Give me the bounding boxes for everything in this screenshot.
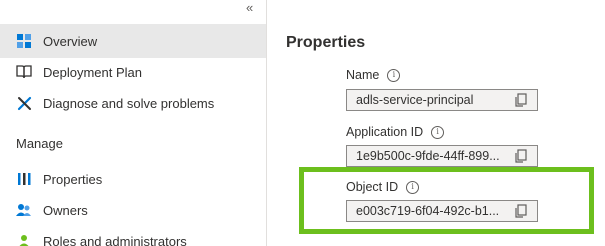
book-icon <box>15 63 33 81</box>
sidebar-item-label: Deployment Plan <box>43 64 142 80</box>
application-id-field: 1e9b500c-9fde-44ff-899... <box>346 145 538 167</box>
application-id-label: Application ID i <box>346 125 445 139</box>
copy-icon[interactable] <box>513 92 529 108</box>
info-icon[interactable]: i <box>406 180 420 194</box>
name-value[interactable]: adls-service-principal <box>347 93 513 107</box>
sidebar-item-properties[interactable]: Properties <box>0 162 266 196</box>
application-id-value[interactable]: 1e9b500c-9fde-44ff-899... <box>347 149 513 163</box>
roles-icon <box>15 232 33 246</box>
sidebar-item-overview[interactable]: Overview <box>0 24 266 58</box>
sidebar-item-label: Overview <box>43 33 98 49</box>
copy-icon[interactable] <box>513 203 529 219</box>
sidebar-item-diagnose[interactable]: Diagnose and solve problems <box>0 86 266 120</box>
name-field: adls-service-principal <box>346 89 538 111</box>
owners-icon <box>15 201 33 219</box>
name-label-text: Name <box>346 68 380 82</box>
sidebar-item-roles[interactable]: Roles and administrators <box>0 224 266 246</box>
object-id-label-text: Object ID <box>346 180 399 194</box>
info-icon[interactable]: i <box>387 68 401 82</box>
copy-icon[interactable] <box>513 148 529 164</box>
object-id-value[interactable]: e003c719-6f04-492c-b1... <box>347 204 513 218</box>
sidebar-item-label: Owners <box>43 202 88 218</box>
application-id-label-text: Application ID <box>346 125 424 139</box>
overview-icon <box>15 32 33 50</box>
info-icon[interactable]: i <box>431 125 445 139</box>
wrench-icon <box>15 94 33 112</box>
sidebar-item-deployment-plan[interactable]: Deployment Plan <box>0 55 266 89</box>
properties-icon <box>15 170 33 188</box>
sidebar-item-label: Properties <box>43 171 103 187</box>
sidebar-item-label: Diagnose and solve problems <box>43 95 215 111</box>
sidebar: « Overview Deployment Plan Diagnose and … <box>0 0 267 246</box>
object-id-field: e003c719-6f04-492c-b1... <box>346 200 538 222</box>
manage-section-header: Manage <box>16 136 63 151</box>
sidebar-item-label: Roles and administrators <box>43 233 187 246</box>
properties-panel: Properties Name i adls-service-principal… <box>267 0 605 246</box>
name-label: Name i <box>346 68 401 82</box>
object-id-label: Object ID i <box>346 180 420 194</box>
sidebar-item-owners[interactable]: Owners <box>0 193 266 227</box>
collapse-sidebar-button[interactable]: « <box>246 1 253 14</box>
page-title: Properties <box>286 34 366 51</box>
